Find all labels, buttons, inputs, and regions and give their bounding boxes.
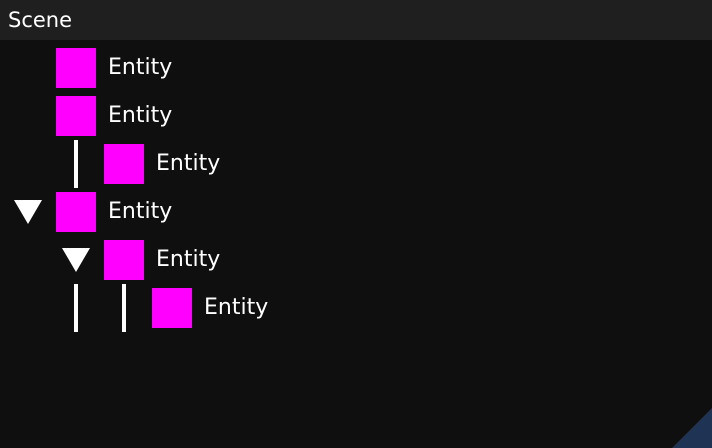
tree-guide-line xyxy=(122,284,126,332)
entity-label: Entity xyxy=(108,55,173,80)
expand-caret-icon[interactable] xyxy=(14,200,42,224)
entity-icon xyxy=(152,288,192,328)
expand-caret-icon[interactable] xyxy=(62,248,90,272)
tree-row[interactable]: Entity xyxy=(0,280,712,332)
tree-row[interactable]: Entity xyxy=(0,40,712,88)
tree-row[interactable]: Entity xyxy=(0,184,712,232)
tree-guide-line xyxy=(74,140,78,188)
window-resize-corner[interactable] xyxy=(672,408,712,448)
tree-row[interactable]: Entity xyxy=(0,232,712,280)
tree-row[interactable]: Entity xyxy=(0,136,712,188)
scene-header: Scene xyxy=(0,0,712,40)
entity-icon xyxy=(56,48,96,88)
scene-title: Scene xyxy=(8,8,73,32)
scene-tree: Entity Entity Entity Entity Entity Entit… xyxy=(0,40,712,448)
entity-icon xyxy=(56,96,96,136)
entity-label: Entity xyxy=(204,295,269,320)
tree-guide-line xyxy=(74,284,78,332)
entity-label: Entity xyxy=(156,151,221,176)
entity-label: Entity xyxy=(156,247,221,272)
entity-icon xyxy=(104,144,144,184)
tree-row[interactable]: Entity xyxy=(0,88,712,136)
entity-label: Entity xyxy=(108,103,173,128)
entity-icon xyxy=(104,240,144,280)
entity-icon xyxy=(56,192,96,232)
entity-label: Entity xyxy=(108,199,173,224)
